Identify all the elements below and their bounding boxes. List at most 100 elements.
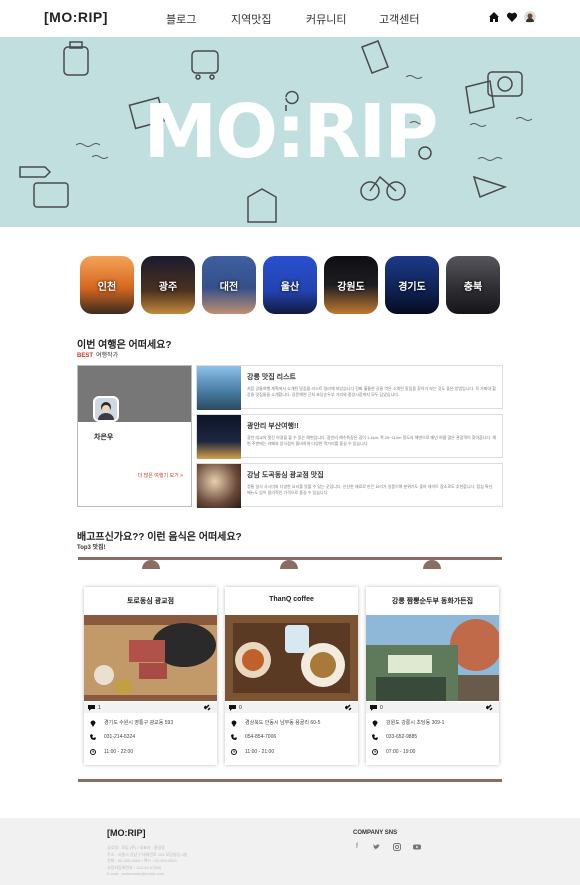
phone-row: 033-652-9885	[372, 734, 417, 740]
more-travelogs-link[interactable]: 더 많은 여행기 보기 >	[138, 472, 183, 479]
hours-text: 11:00 - 21:00	[245, 749, 275, 755]
restaurant-card[interactable]: 강릉 짬뽕순두부 동화가든집 0 강원도 강릉시 초당동 309-1 033-6…	[366, 587, 499, 765]
region-label: 대전	[219, 281, 239, 293]
lamp-decoration	[423, 560, 441, 569]
region-label: 경기도	[398, 281, 426, 293]
phone-icon	[372, 734, 378, 740]
nav-local-food[interactable]: 지역맛집	[231, 11, 271, 27]
restaurant-card[interactable]: 토로동심 광교점 1 경기도 수원시 영통구 광교동 593 031-214-6…	[84, 587, 217, 765]
region-incheon[interactable]: 인천	[80, 256, 134, 314]
post-item[interactable]: 광안리 부산여행!! 광안 대교의 멋진 야경을 볼 수 있는 해변입니다. 광…	[196, 414, 503, 459]
home-icon[interactable]	[488, 10, 500, 22]
restaurant-card[interactable]: ThanQ coffee 0 경상북도 안동시 남부동 용골리 60-5 054…	[225, 587, 358, 765]
company-info: 상호명 : 모립 (주) / 대표자 : 홍길동 주소 : 서울시 강남구 테헤…	[107, 845, 307, 878]
link-icon[interactable]	[204, 704, 211, 711]
region-ulsan[interactable]: 울산	[263, 256, 317, 314]
site-footer: [MO:RIP] 상호명 : 모립 (주) / 대표자 : 홍길동 주소 : 서…	[0, 818, 580, 885]
region-label: 충북	[463, 281, 483, 293]
comment-icon[interactable]	[229, 704, 236, 711]
travel-section-subtitle: BEST 여행작가	[77, 350, 118, 359]
address-text: 경기도 수원시 영통구 광교동 593	[104, 720, 174, 726]
youtube-icon[interactable]	[413, 843, 421, 851]
restaurant-photo	[84, 615, 217, 701]
phone-row: 031-214-6324	[90, 734, 135, 740]
region-daejeon[interactable]: 대전	[202, 256, 256, 314]
restaurant-name: 강릉 짬뽕순두부 동화가든집	[391, 598, 474, 605]
restaurant-name: 토로동심 광교점	[126, 598, 175, 605]
writer-name: 차은우	[94, 434, 114, 441]
restaurant-name: ThanQ coffee	[269, 596, 314, 603]
comment-count: 0	[380, 705, 383, 711]
link-icon[interactable]	[345, 704, 352, 711]
comment-count: 0	[239, 705, 242, 711]
hours-text: 07:00 - 19:00	[386, 749, 416, 755]
comment-icon[interactable]	[88, 704, 95, 711]
subtitle-text: 여행작가	[96, 353, 119, 359]
nav-blog[interactable]: 블로그	[166, 11, 196, 27]
bottom-rail	[78, 779, 502, 782]
post-title: 강남 도곡동심 광교점 맛집	[247, 472, 324, 479]
facebook-icon[interactable]: f	[353, 843, 361, 851]
post-description: 처음 강릉여행 계획에서 소개된 맛집을 리스트 정리해 보았습니다 진짜 훌륭…	[247, 386, 496, 397]
food-section-subtitle: Top3 맛집!	[77, 545, 106, 551]
phone-text: 031-214-6324	[104, 734, 136, 740]
hours-row: 11:00 - 22:00	[90, 749, 133, 755]
clock-icon	[372, 749, 378, 755]
post-description: 정통 일식 사시미와 다양한 요리를 맛볼 수 있는 곳입니다. 신선한 재료로…	[247, 484, 493, 495]
sns-title: COMPANY SNS	[353, 830, 398, 836]
card-meta-bar: 0	[366, 702, 499, 713]
hours-row: 07:00 - 19:00	[372, 749, 415, 755]
region-gwangju[interactable]: 광주	[141, 256, 195, 314]
region-gangwon[interactable]: 강원도	[324, 256, 378, 314]
writer-avatar	[93, 396, 119, 422]
site-header: [MO:RIP] 블로그 지역맛집 커뮤니티 고객센터	[0, 0, 580, 36]
instagram-icon[interactable]	[393, 843, 401, 851]
region-chungbuk[interactable]: 충북	[446, 256, 500, 314]
region-label: 울산	[280, 281, 300, 293]
lamp-decoration	[280, 560, 298, 569]
region-label: 인천	[97, 281, 117, 293]
location-pin-icon	[372, 720, 378, 727]
location-pin-icon	[90, 720, 96, 727]
post-item[interactable]: 강릉 맛집 리스트 처음 강릉여행 계획에서 소개된 맛집을 리스트 정리해 보…	[196, 365, 503, 410]
heart-icon[interactable]	[506, 10, 518, 22]
address-text: 강원도 강릉시 초당동 309-1	[386, 720, 445, 726]
post-thumbnail	[197, 415, 241, 459]
user-avatar-icon[interactable]	[524, 10, 536, 23]
twitter-icon[interactable]	[373, 843, 381, 851]
region-label: 광주	[158, 281, 178, 293]
post-thumbnail	[197, 366, 241, 410]
hours-text: 11:00 - 22:00	[104, 749, 134, 755]
phone-text: 054-854-7006	[245, 734, 277, 740]
phone-icon	[231, 734, 237, 740]
site-logo[interactable]: [MO:RIP]	[44, 9, 108, 25]
post-item[interactable]: 강남 도곡동심 광교점 맛집 정통 일식 사시미와 다양한 요리를 맛볼 수 있…	[196, 463, 503, 508]
hero-title: MO:RIP	[143, 89, 439, 175]
nav-community[interactable]: 커뮤니티	[306, 11, 346, 27]
nav-customer-center[interactable]: 고객센터	[379, 11, 419, 27]
address-row: 경상북도 안동시 남부동 용골리 60-5	[231, 719, 321, 727]
phone-text: 033-652-9885	[386, 734, 418, 740]
phone-row: 054-854-7006	[231, 734, 276, 740]
restaurant-photo	[366, 615, 499, 701]
link-icon[interactable]	[486, 704, 493, 711]
address-row: 강원도 강릉시 초당동 309-1	[372, 719, 445, 727]
footer-logo[interactable]: [MO:RIP]	[107, 828, 146, 838]
phone-icon	[90, 734, 96, 740]
comment-icon[interactable]	[370, 704, 377, 711]
region-gyeonggi[interactable]: 경기도	[385, 256, 439, 314]
restaurant-photo	[225, 615, 358, 701]
post-description: 광안 대교의 멋진 야경을 볼 수 있는 해변입니다. 광안리 해수욕장은 길이…	[247, 435, 497, 446]
hours-row: 11:00 - 21:00	[231, 749, 274, 755]
hero-banner: MO:RIP	[0, 37, 580, 227]
address-row: 경기도 수원시 영통구 광교동 593	[90, 719, 174, 727]
clock-icon	[90, 749, 96, 755]
info-line: E-mail : webmaster@morip.com	[107, 871, 164, 876]
region-list: 인천 광주 대전 울산 강원도 경기도 충북	[80, 256, 500, 314]
post-thumbnail	[197, 464, 241, 508]
writer-profile-card[interactable]: 차은우 더 많은 여행기 보기 >	[77, 365, 192, 507]
best-badge: BEST	[77, 353, 94, 359]
card-meta-bar: 1	[84, 702, 217, 713]
address-text: 경상북도 안동시 남부동 용골리 60-5	[245, 720, 321, 726]
travel-section-title: 이번 여행은 어떠세요?	[77, 340, 172, 351]
